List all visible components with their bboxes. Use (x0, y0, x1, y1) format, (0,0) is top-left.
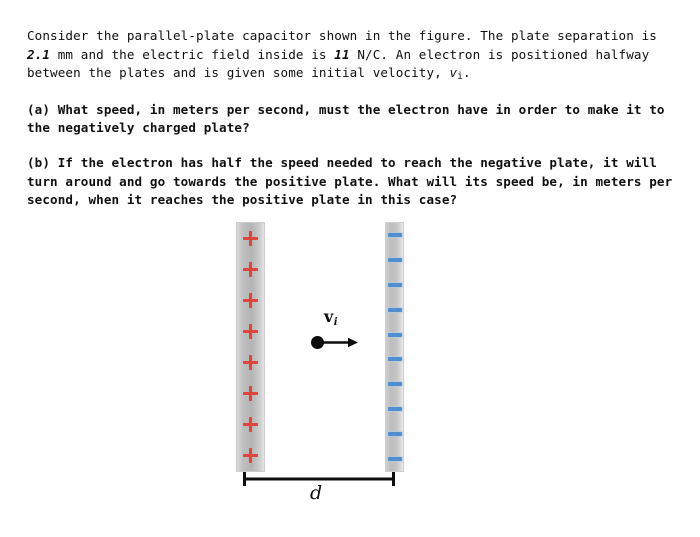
plus-charge-icon (242, 354, 259, 371)
minus-charge-icon (387, 406, 402, 411)
velocity-label-subscript: i (333, 317, 338, 328)
minus-charge-icon (387, 307, 402, 312)
electric-field-value: 11 (334, 46, 350, 62)
separation-dimension-line (243, 472, 395, 486)
plate-separation-value: 2.1 (27, 46, 51, 62)
minus-charge-icon (387, 233, 402, 238)
velocity-label-symbol: v (324, 307, 334, 326)
intro-text-part4: . (462, 65, 471, 81)
minus-charge-icon (387, 382, 402, 387)
electron-dot-icon (311, 336, 324, 349)
intro-text-part2: mm and the electric field inside is (50, 46, 335, 62)
question-a: (a) What speed, in meters per second, mu… (27, 101, 665, 136)
positive-plate (236, 222, 265, 472)
minus-charge-icon (387, 332, 402, 337)
minus-charge-icon (387, 258, 402, 263)
plus-charge-icon (242, 292, 259, 309)
negative-plate (385, 222, 404, 472)
plus-charge-icon (242, 230, 259, 247)
question-b: (b) If the electron has half the speed n… (27, 154, 673, 208)
intro-paragraph: Consider the parallel-plate capacitor sh… (27, 27, 675, 85)
velocity-label: vi (324, 307, 338, 328)
minus-charge-icon (387, 431, 402, 436)
velocity-arrow-icon (322, 337, 358, 348)
problem-page: Consider the parallel-plate capacitor sh… (0, 0, 700, 537)
plus-charge-icon (242, 447, 259, 464)
problem-statement: Consider the parallel-plate capacitor sh… (27, 27, 675, 210)
plus-charge-icon (242, 261, 259, 278)
minus-charge-icon (387, 357, 402, 362)
minus-charge-icon (387, 456, 402, 461)
minus-charge-icon (387, 282, 402, 287)
intro-text-part1: Consider the parallel-plate capacitor sh… (27, 28, 657, 43)
plus-charge-icon (242, 385, 259, 402)
velocity-subscript-inline: i (457, 71, 463, 83)
plus-charge-icon (242, 323, 259, 340)
plus-charge-icon (242, 416, 259, 433)
separation-label: d (310, 482, 323, 504)
